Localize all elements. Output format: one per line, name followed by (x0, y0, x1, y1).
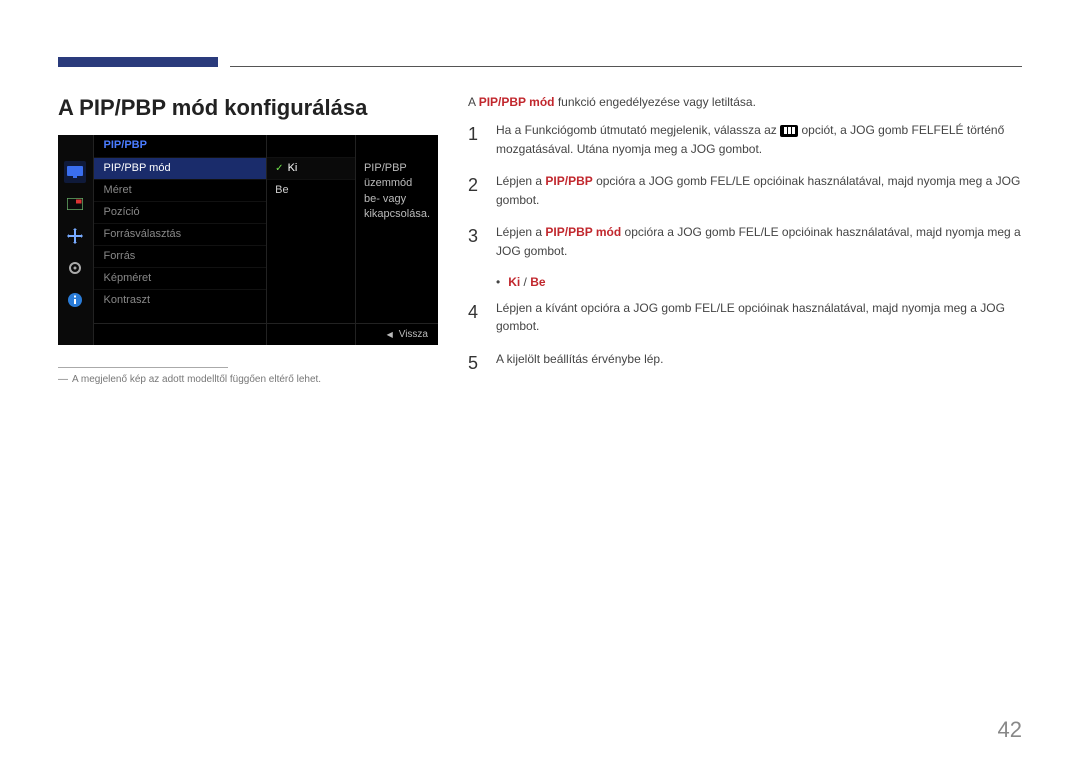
intro-prefix: A (468, 95, 479, 109)
right-column: A PIP/PBP mód funkció engedélyezése vagy… (468, 95, 1022, 392)
step3-t1: Lépjen a (496, 225, 545, 239)
footnote: ― A megjelenő kép az adott modelltől függ… (58, 374, 438, 385)
header-accent-bar (58, 57, 218, 67)
step-body: Lépjen a PIP/PBP opcióra a JOG gomb FEL/… (496, 172, 1022, 209)
menu-layout-icon (780, 125, 798, 137)
osd-sidebar (58, 135, 94, 345)
osd-menu-item: Forrásválasztás (94, 223, 267, 245)
move-icon (64, 225, 86, 247)
bullet-sep: / (520, 275, 530, 289)
step-row: 3 Lépjen a PIP/PBP mód opcióra a JOG gom… (468, 223, 1022, 260)
step-number: 4 (468, 299, 482, 336)
footnote-dash: ― (58, 374, 68, 385)
step-number: 1 (468, 121, 482, 158)
osd-description: PIP/PBP üzemmód be- vagy kikapcsolása. (356, 135, 438, 345)
step-body: Lépjen a kívánt opcióra a JOG gomb FEL/L… (496, 299, 1022, 336)
page-number: 42 (998, 717, 1022, 743)
osd-menu-item: Kontraszt (94, 289, 267, 311)
left-column: A PIP/PBP mód konfigurálása (58, 95, 438, 392)
header-rule (230, 66, 1022, 67)
bullet-dot: • (496, 275, 500, 289)
step-row: 2 Lépjen a PIP/PBP opcióra a JOG gomb FE… (468, 172, 1022, 209)
osd-options: ✓ Ki Be (267, 135, 356, 345)
step-number: 2 (468, 172, 482, 209)
monitor-icon (64, 161, 86, 183)
osd-menu-header: PIP/PBP (94, 135, 267, 157)
step2-hl: PIP/PBP (545, 174, 592, 188)
osd-menu: PIP/PBP PIP/PBP mód Méret Pozíció Forrás… (94, 135, 268, 345)
step-number: 5 (468, 350, 482, 378)
gear-icon (64, 257, 86, 279)
osd-menu-item: Képméret (94, 267, 267, 289)
step3-hl: PIP/PBP mód (545, 225, 621, 239)
footnote-rule (58, 367, 228, 368)
check-icon: ✓ (275, 163, 283, 174)
bullet-hl2: Be (530, 275, 545, 289)
osd-footer: ◀ Vissza (94, 323, 438, 345)
osd-option-selected: ✓ Ki (267, 157, 355, 179)
step1-before: Ha a Funkciógomb útmutató megjelenik, vá… (496, 123, 780, 137)
osd-option: Be (267, 179, 355, 201)
step-row: 4 Lépjen a kívánt opcióra a JOG gomb FEL… (468, 299, 1022, 336)
info-icon (64, 289, 86, 311)
bullet-hl1: Ki (508, 275, 520, 289)
step-number: 3 (468, 223, 482, 260)
step-body: Ha a Funkciógomb útmutató megjelenik, vá… (496, 121, 1022, 158)
section-title: A PIP/PBP mód konfigurálása (58, 95, 438, 121)
osd-screenshot: PIP/PBP PIP/PBP mód Méret Pozíció Forrás… (58, 135, 438, 345)
osd-menu-item: Pozíció (94, 201, 267, 223)
osd-menu-item: Forrás (94, 245, 267, 267)
option-bullet: • Ki / Be (496, 275, 1022, 289)
back-arrow-icon: ◀ (387, 330, 393, 339)
osd-options-spacer (267, 135, 355, 157)
step-body: Lépjen a PIP/PBP mód opcióra a JOG gomb … (496, 223, 1022, 260)
osd-menu-item: Méret (94, 179, 267, 201)
intro-suffix: funkció engedélyezése vagy letiltása. (554, 95, 755, 109)
step2-t1: Lépjen a (496, 174, 545, 188)
step-row: 5 A kijelölt beállítás érvénybe lép. (468, 350, 1022, 378)
pip-layout-icon (64, 193, 86, 215)
intro-line: A PIP/PBP mód funkció engedélyezése vagy… (468, 95, 1022, 109)
osd-option-label: Ki (288, 162, 298, 174)
page-container: A PIP/PBP mód konfigurálása (58, 95, 1022, 392)
step-body: A kijelölt beállítás érvénybe lép. (496, 350, 1022, 378)
osd-back-label: Vissza (399, 329, 428, 340)
footnote-text: A megjelenő kép az adott modelltől függő… (72, 374, 321, 385)
step-row: 1 Ha a Funkciógomb útmutató megjelenik, … (468, 121, 1022, 158)
osd-menu-item: PIP/PBP mód (94, 157, 267, 179)
intro-highlight: PIP/PBP mód (479, 95, 555, 109)
